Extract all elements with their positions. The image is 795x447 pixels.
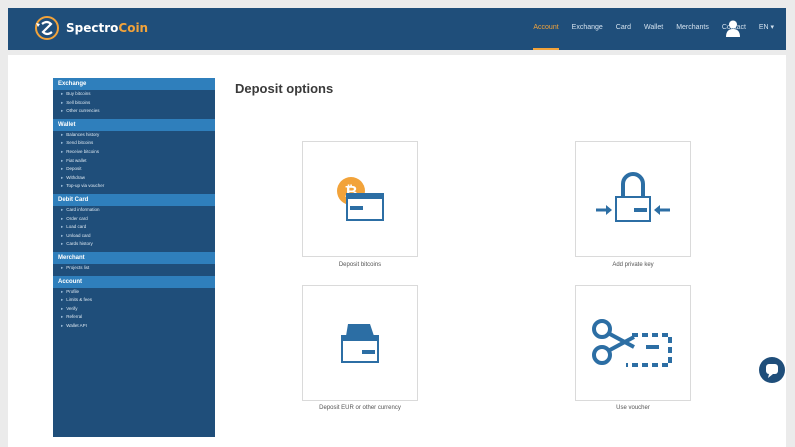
private-key-lock-icon — [596, 172, 670, 222]
use-voucher-label[interactable]: Use voucher — [558, 405, 708, 411]
deposit-currency-card[interactable] — [302, 285, 418, 401]
sidebar-item[interactable]: Projects list — [53, 264, 215, 273]
sidebar-item[interactable]: Unload card — [53, 232, 215, 241]
add-private-key-card[interactable] — [575, 141, 691, 257]
sidebar-item[interactable]: Verify — [53, 305, 215, 314]
content-panel: Exchange Buy bitcoins Sell bitcoins Othe… — [8, 55, 786, 447]
sidebar-item[interactable]: Wallet API — [53, 322, 215, 331]
use-voucher-card[interactable] — [575, 285, 691, 401]
sidebar-section-exchange: Exchange — [53, 78, 215, 90]
nav-wallet[interactable]: Wallet — [644, 8, 663, 50]
sidebar-item[interactable]: Card information — [53, 206, 215, 215]
sidebar-section-account: Account — [53, 275, 215, 288]
voucher-scissors-icon — [592, 319, 672, 367]
nav-merchants[interactable]: Merchants — [676, 8, 709, 50]
sidebar-item[interactable]: Receive bitcoins — [53, 148, 215, 157]
sidebar-item[interactable]: Limits & fees — [53, 296, 215, 305]
spectrocoin-logo[interactable]: SpectroCoin — [34, 15, 148, 41]
add-private-key-label[interactable]: Add private key — [558, 262, 708, 268]
sidebar-item[interactable]: Sell bitcoins — [53, 99, 215, 108]
sidebar-item[interactable]: Fiat wallet — [53, 157, 215, 166]
sidebar-item[interactable]: Order card — [53, 215, 215, 224]
user-icon[interactable] — [726, 20, 740, 37]
sidebar-item[interactable]: Withdraw — [53, 174, 215, 183]
sidebar-item[interactable]: Profile — [53, 288, 215, 297]
sidebar-item[interactable]: Send bitcoins — [53, 139, 215, 148]
currency-wallet-icon — [341, 324, 379, 363]
language-selector[interactable]: EN ▾ — [759, 8, 774, 50]
sidebar-item[interactable]: Buy bitcoins — [53, 90, 215, 99]
sidebar-item[interactable]: Cards history — [53, 240, 215, 249]
sidebar-item[interactable]: Load card — [53, 223, 215, 232]
sidebar-item[interactable]: Top-up via voucher — [53, 182, 215, 191]
chat-launcher-button[interactable] — [759, 357, 785, 383]
chat-icon — [766, 364, 778, 378]
deposit-bitcoins-label[interactable]: Deposit bitcoins — [285, 262, 435, 268]
sidebar-item[interactable]: Balances history — [53, 131, 215, 140]
sidebar-item[interactable]: Deposit — [53, 165, 215, 174]
page-title: Deposit options — [235, 81, 334, 96]
deposit-bitcoins-card[interactable]: ₿ — [302, 141, 418, 257]
sidebar-item[interactable]: Referral — [53, 313, 215, 322]
sidebar-section-wallet: Wallet — [53, 118, 215, 131]
sidebar-section-merchant: Merchant — [53, 251, 215, 264]
account-sidebar: Exchange Buy bitcoins Sell bitcoins Othe… — [53, 78, 215, 437]
nav-account[interactable]: Account — [533, 8, 559, 50]
sidebar-section-debit-card: Debit Card — [53, 193, 215, 206]
sidebar-item[interactable]: Other currencies — [53, 107, 215, 116]
logo-text-part1: Spectro — [66, 21, 119, 35]
nav-card[interactable]: Card — [616, 8, 631, 50]
top-navbar: SpectroCoin Account Exchange Card Wallet… — [8, 8, 786, 50]
logo-emblem-icon — [35, 16, 59, 40]
logo-text-part2: Coin — [118, 21, 149, 35]
bitcoin-wallet-icon: ₿ — [337, 177, 384, 221]
deposit-currency-label[interactable]: Deposit EUR or other currency — [285, 405, 435, 411]
main-nav: Account Exchange Card Wallet Merchants C… — [520, 8, 746, 50]
nav-exchange[interactable]: Exchange — [572, 8, 603, 50]
